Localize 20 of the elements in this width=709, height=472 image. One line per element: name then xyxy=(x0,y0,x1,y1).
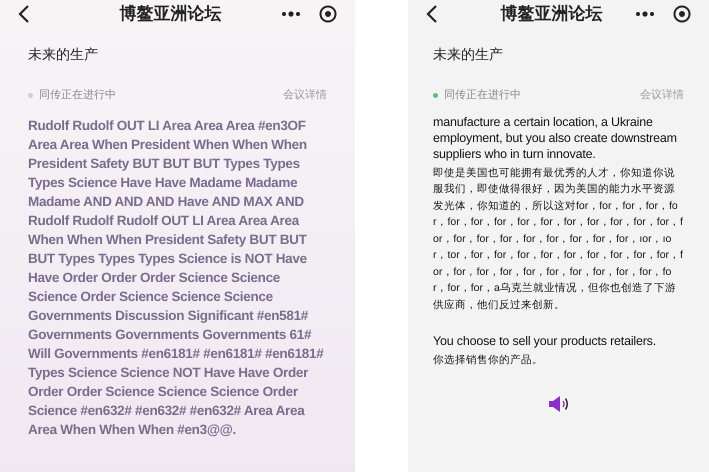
status-text: 同传正在进行中 xyxy=(39,88,117,103)
details-link[interactable]: 会议详情 xyxy=(640,87,684,104)
status-text: 同传正在进行中 xyxy=(444,88,522,103)
transcript-text: You choose to sell your products retailers. xyxy=(433,333,658,349)
window-title: 博鳌亚洲论坛 xyxy=(500,3,602,26)
back-icon[interactable] xyxy=(426,4,438,24)
window-title: 博鳌亚洲论坛 xyxy=(120,3,222,26)
session-title: 未来的生产 xyxy=(28,45,99,64)
transcript-text: manufacture a certain location, a Ukraine employment, but you also create downstream suppliers who in turn innovate. xyxy=(433,114,678,162)
more-icon[interactable] xyxy=(281,11,301,17)
more-icon[interactable] xyxy=(635,11,655,17)
target-icon[interactable] xyxy=(673,5,691,23)
target-icon[interactable] xyxy=(319,5,337,23)
back-icon[interactable] xyxy=(18,4,30,24)
details-link[interactable]: 会议详情 xyxy=(283,87,327,104)
translation-text: 你选择销售你的产品。 xyxy=(433,353,544,368)
transcript-text: Rudolf Rudolf OUT LI Area Area Area #en3OF Area Area When President When When When President Safety BUT BUT BUT Types Types Types Science Have Have Madame Madame Madame AND AND AND Have AND MAX AND Rudolf Rudolf Rudolf OUT LI Area Area Area When When When President Safety BUT BUT BUT Types Types Types Science is NOT Have Have Order Order Order Science Science Science Order Science Science Science Governments Discussion Significant #en581# Governments Governments Governments 61# Will Governments #en6181# #en6181# #en6181# Types Science Science NOT Have Have Order Order Order Science Science Science Order Science #en632# #en632# #en632# Area Area Area When When When #en3@@. xyxy=(28,116,324,438)
translation-text: 即使是美国也可能拥有最优秀的人才，你知道你说服我们，即使做得很好，因为美国的能力水平资源发光体，你知道的，所以这对for，for，for，for，for，for，for，for，for，for，for，for，for，for，for，for，for，for，for，for，for，for，for，for，ıor，ıor，tor，for，for，for，for，for，for，for，for，for，for，for，for，for，for，for，for，for，for，for，for，for，for，a乌克兰就业情况，但你也创造了下游供应商，他们反过来创新。 xyxy=(433,166,684,312)
session-title: 未来的生产 xyxy=(433,45,504,64)
speaker-icon[interactable] xyxy=(548,394,570,412)
